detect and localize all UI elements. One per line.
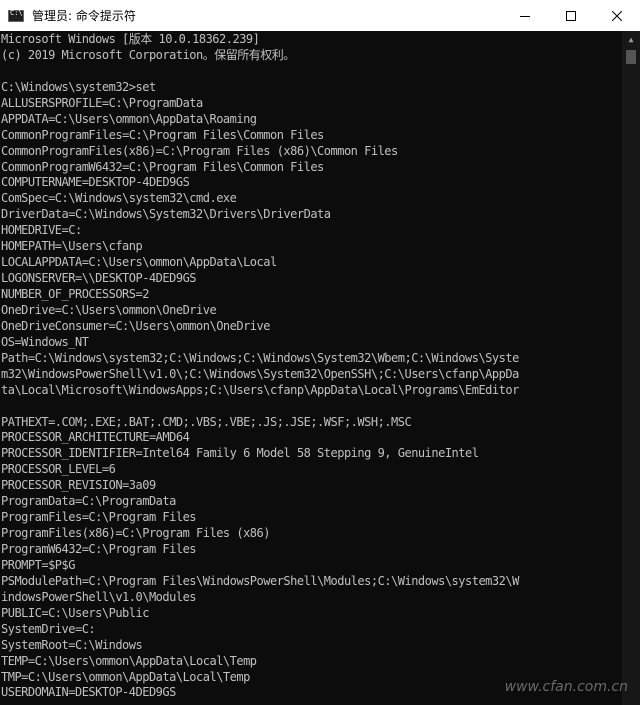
title-bar[interactable]: 管理员: 命令提示符 — [0, 0, 640, 31]
console-line: PUBLIC=C:\Users\Public — [1, 605, 149, 620]
console-line: Path=C:\Windows\system32;C:\Windows;C:\W… — [1, 350, 519, 365]
console-line: PROCESSOR_ARCHITECTURE=AMD64 — [1, 430, 190, 445]
scroll-up-arrow-icon[interactable]: ▲ — [622, 31, 640, 48]
console-line: C:\Windows\system32>set — [1, 79, 156, 94]
console-line: HOMEPATH=\Users\cfanp — [1, 239, 143, 254]
console-line: ALLUSERSPROFILE=C:\ProgramData — [1, 95, 203, 110]
console-line: OneDrive=C:\Users\ommon\OneDrive — [1, 302, 217, 317]
console-line: PROMPT=$P$G — [1, 557, 75, 572]
close-button[interactable] — [594, 0, 640, 31]
console-line: PROCESSOR_REVISION=3a09 — [1, 478, 156, 493]
console-line: PROCESSOR_LEVEL=6 — [1, 462, 116, 477]
maximize-icon — [566, 10, 576, 21]
console-line: (c) 2019 Microsoft Corporation。保留所有权利。 — [1, 47, 295, 62]
console-line: PROCESSOR_IDENTIFIER=Intel64 Family 6 Mo… — [1, 446, 479, 461]
console-line: indowsPowerShell\v1.0\Modules — [1, 589, 197, 604]
console-line: DriverData=C:\Windows\System32\Drivers\D… — [1, 207, 331, 222]
console-line: ta\Local\Microsoft\WindowsApps;C:\Users\… — [1, 382, 519, 397]
minimize-button[interactable] — [502, 0, 548, 31]
console-lines: Microsoft Windows [版本 10.0.18362.239] (c)… — [0, 31, 622, 701]
console-line: HOMEDRIVE=C: — [1, 223, 82, 238]
cmd-window: 管理员: 命令提示符 Microsoft Windows [版本 10.0.18… — [0, 0, 640, 705]
console-line: ProgramFiles=C:\Program Files — [1, 510, 197, 525]
scrollbar-thumb[interactable] — [626, 50, 636, 64]
console-line: CommonProgramFiles(x86)=C:\Program Files… — [1, 143, 398, 158]
console-line: PATHEXT=.COM;.EXE;.BAT;.CMD;.VBS;.VBE;.J… — [1, 414, 412, 429]
console-line: SystemDrive=C: — [1, 621, 96, 636]
close-icon — [612, 10, 622, 21]
console-line: CommonProgramFiles=C:\Program Files\Comm… — [1, 127, 324, 142]
console-line: LOCALAPPDATA=C:\Users\ommon\AppData\Loca… — [1, 255, 277, 270]
console-line: OneDriveConsumer=C:\Users\ommon\OneDrive — [1, 318, 270, 333]
console-line: COMPUTERNAME=DESKTOP-4DED9GS — [1, 175, 190, 190]
console-line: TEMP=C:\Users\ommon\AppData\Local\Temp — [1, 653, 257, 668]
console-line: ProgramW6432=C:\Program Files — [1, 542, 197, 556]
console-line: NUMBER_OF_PROCESSORS=2 — [1, 287, 149, 301]
maximize-button[interactable] — [548, 0, 594, 31]
console-line: APPDATA=C:\Users\ommon\AppData\Roaming — [1, 111, 257, 126]
console-line: OS=Windows_NT — [1, 334, 89, 349]
console-line: m32\WindowsPowerShell\v1.0\;C:\Windows\S… — [1, 366, 519, 381]
console-line: ComSpec=C:\Windows\system32\cmd.exe — [1, 191, 237, 206]
cmd-icon[interactable] — [8, 9, 24, 22]
window-title: 管理员: 命令提示符 — [32, 9, 136, 23]
console-line: SystemRoot=C:\Windows — [1, 637, 143, 652]
vertical-scrollbar[interactable]: ▲ — [622, 31, 640, 705]
console-output[interactable]: Microsoft Windows [版本 10.0.18362.239] (c)… — [0, 31, 622, 705]
console-line: PSModulePath=C:\Program Files\WindowsPow… — [1, 573, 519, 588]
console-line: ProgramFiles(x86)=C:\Program Files (x86) — [1, 526, 270, 541]
console-line: CommonProgramW6432=C:\Program Files\Comm… — [1, 159, 324, 174]
console-line: ProgramData=C:\ProgramData — [1, 494, 176, 509]
minimize-icon — [520, 15, 530, 17]
window-controls — [502, 0, 640, 31]
watermark: www.cfan.com.cn — [504, 679, 628, 695]
console-line: LOGONSERVER=\\DESKTOP-4DED9GS — [1, 271, 197, 286]
console-line: Microsoft Windows [版本 10.0.18362.239] — [1, 32, 260, 46]
